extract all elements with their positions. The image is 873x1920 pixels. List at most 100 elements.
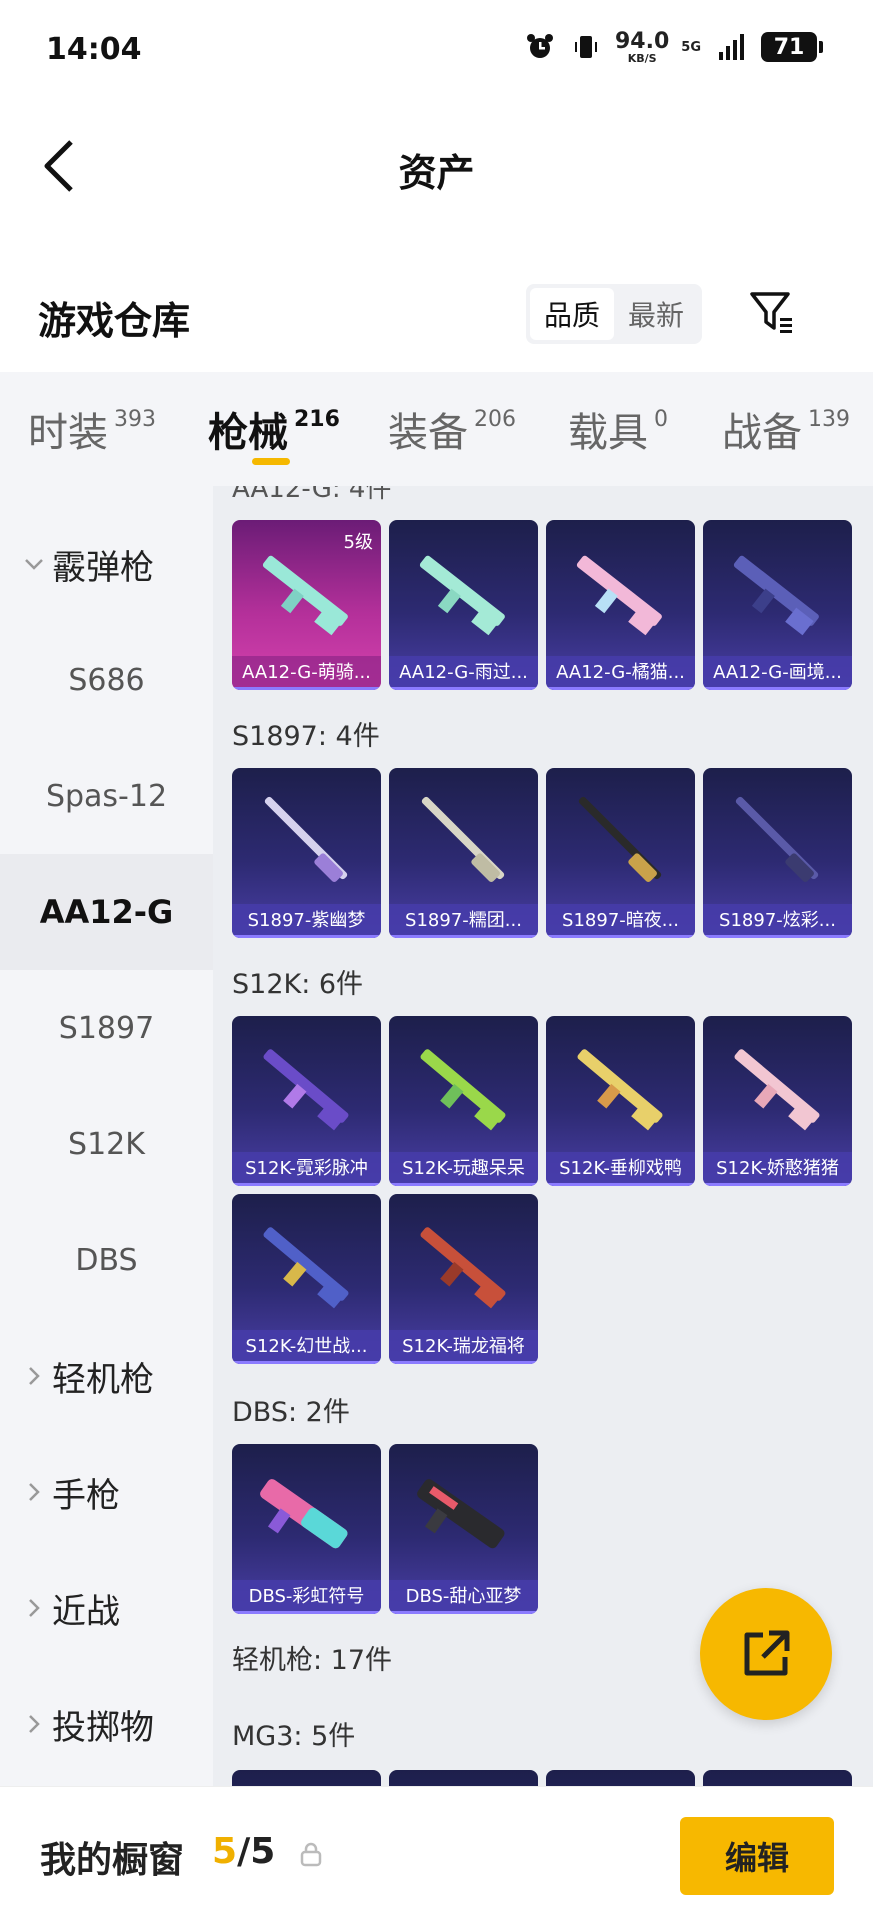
item-card[interactable]: S12K-娇憨猪猪 — [703, 1016, 852, 1186]
category-tabs: 时装 393 枪械 216 装备 206 载具 0 战备 139 — [0, 372, 873, 486]
gun-skin-icon — [263, 1049, 349, 1131]
gun-skin-icon — [420, 1049, 506, 1131]
tab-fashion[interactable]: 时装 393 — [28, 400, 156, 458]
external-link-icon — [744, 1630, 790, 1676]
item-card[interactable]: S12K-霓彩脉冲 — [232, 1016, 381, 1186]
item-label: AA12-G-萌骑... — [232, 656, 381, 690]
gun-skin-icon — [734, 1049, 820, 1131]
page-title: 资产 — [398, 151, 475, 195]
sidebar-group-melee[interactable]: 近战 — [0, 1550, 213, 1666]
item-card[interactable]: AA12-G-橘猫... — [546, 520, 695, 690]
level-badge: 5级 — [343, 532, 373, 553]
alarm-icon — [523, 30, 557, 64]
chevron-right-icon — [20, 1714, 48, 1734]
signal-icon — [715, 30, 749, 64]
sidebar-group-lmg[interactable]: 轻机枪 — [0, 1318, 213, 1434]
status-bar: 14:04 94.0 KB/S 5G 71 — [0, 0, 873, 104]
item-label: S12K-娇憨猪猪 — [703, 1152, 852, 1186]
sidebar-group-throwable[interactable]: 投掷物 — [0, 1666, 213, 1782]
item-card[interactable]: DBS-彩虹符号 — [232, 1444, 381, 1614]
item-card[interactable]: S12K-幻世战... — [232, 1194, 381, 1364]
gun-skin-icon — [417, 1479, 505, 1549]
section-title-mg3: MG3: 5件 — [232, 1721, 356, 1752]
item-card[interactable] — [389, 1770, 538, 1786]
sidebar-item-spas12[interactable]: Spas-12 — [0, 738, 213, 854]
item-card[interactable] — [546, 1770, 695, 1786]
sidebar-item-s12k[interactable]: S12K — [0, 1086, 213, 1202]
section-title-s1897: S1897: 4件 — [232, 721, 380, 752]
tab-guns[interactable]: 枪械 216 — [208, 400, 340, 458]
item-card[interactable]: DBS-甜心亚梦 — [389, 1444, 538, 1614]
tab-supplies[interactable]: 战备 139 — [722, 400, 850, 458]
tab-vehicles[interactable]: 载具 0 — [568, 400, 668, 458]
sidebar-item-s1897[interactable]: S1897 — [0, 970, 213, 1086]
network-type: 5G — [681, 39, 701, 55]
vibrate-icon — [569, 30, 603, 64]
gun-skin-icon — [419, 555, 505, 636]
gun-skin-icon — [260, 1479, 348, 1549]
item-label: S12K-霓彩脉冲 — [232, 1152, 381, 1186]
item-card[interactable]: S1897-炫彩... — [703, 768, 852, 938]
item-card[interactable]: AA12-G-雨过... — [389, 520, 538, 690]
sort-quality[interactable]: 品质 — [530, 288, 614, 340]
share-button[interactable] — [700, 1588, 832, 1720]
section-title-dbs: DBS: 2件 — [232, 1397, 350, 1428]
warehouse-row: 游戏仓库 品质 最新 — [0, 262, 873, 362]
edit-button[interactable]: 编辑 — [680, 1817, 834, 1895]
item-label: AA12-G-雨过... — [389, 656, 538, 690]
item-card[interactable] — [232, 1770, 381, 1786]
item-card[interactable]: S12K-瑞龙福将 — [389, 1194, 538, 1364]
chevron-right-icon — [20, 1482, 48, 1502]
item-label: S1897-暗夜... — [546, 904, 695, 938]
gun-skin-icon — [735, 796, 819, 883]
section-title-lmg: 轻机枪: 17件 — [232, 1645, 393, 1676]
gun-skin-icon — [420, 1227, 506, 1309]
item-card[interactable]: AA12-G-画境... — [703, 520, 852, 690]
tab-equipment[interactable]: 装备 206 — [388, 400, 516, 458]
gun-skin-icon — [578, 796, 662, 883]
item-label: S1897-炫彩... — [703, 904, 852, 938]
sidebar-group-shotgun[interactable]: 霰弹枪 — [0, 506, 213, 622]
item-card[interactable]: S12K-玩趣呆呆 — [389, 1016, 538, 1186]
item-label: S12K-玩趣呆呆 — [389, 1152, 538, 1186]
item-card[interactable]: 5级 AA12-G-萌骑... — [232, 520, 381, 690]
gun-skin-icon — [263, 1227, 349, 1309]
chevron-right-icon — [20, 1366, 48, 1386]
item-label: S1897-糯团... — [389, 904, 538, 938]
item-label: S12K-幻世战... — [232, 1330, 381, 1364]
filter-icon — [750, 292, 792, 333]
showcase-count: 5/5 — [212, 1831, 276, 1872]
gun-skin-icon — [577, 1049, 663, 1131]
warehouse-title: 游戏仓库 — [38, 299, 191, 343]
sidebar-item-aa12g[interactable]: AA12-G — [0, 854, 213, 970]
sort-latest[interactable]: 最新 — [614, 288, 698, 340]
filter-button[interactable] — [744, 284, 800, 340]
chevron-right-icon — [20, 1598, 48, 1618]
sidebar-item-s686[interactable]: S686 — [0, 622, 213, 738]
gun-skin-icon — [421, 796, 505, 883]
item-card[interactable] — [703, 1770, 852, 1786]
lock-icon — [300, 1842, 322, 1867]
status-icons: 94.0 KB/S 5G 71 — [523, 28, 823, 65]
item-label: S12K-瑞龙福将 — [389, 1330, 538, 1364]
item-label: AA12-G-画境... — [703, 656, 852, 690]
item-card[interactable]: S1897-紫幽梦 — [232, 768, 381, 938]
item-label: S1897-紫幽梦 — [232, 904, 381, 938]
section-title-aa12g: AA12-G: 4件 — [232, 486, 392, 504]
sidebar-item-dbs[interactable]: DBS — [0, 1202, 213, 1318]
gun-skin-icon — [733, 555, 819, 636]
network-speed: 94.0 KB/S — [615, 28, 670, 65]
item-card[interactable]: S12K-垂柳戏鸭 — [546, 1016, 695, 1186]
sidebar-group-pistol[interactable]: 手枪 — [0, 1434, 213, 1550]
gun-skin-icon — [264, 796, 348, 883]
status-time: 14:04 — [46, 32, 142, 67]
item-card[interactable]: S1897-糯团... — [389, 768, 538, 938]
gun-skin-icon — [576, 555, 662, 636]
showcase-title: 我的橱窗 — [40, 1840, 185, 1881]
showcase-bar: 我的橱窗 5/5 编辑 — [0, 1786, 873, 1920]
item-label: S12K-垂柳戏鸭 — [546, 1152, 695, 1186]
chevron-down-icon — [20, 557, 48, 571]
battery-icon: 71 — [761, 32, 823, 62]
item-card[interactable]: S1897-暗夜... — [546, 768, 695, 938]
sort-toggle: 品质 最新 — [526, 284, 702, 344]
